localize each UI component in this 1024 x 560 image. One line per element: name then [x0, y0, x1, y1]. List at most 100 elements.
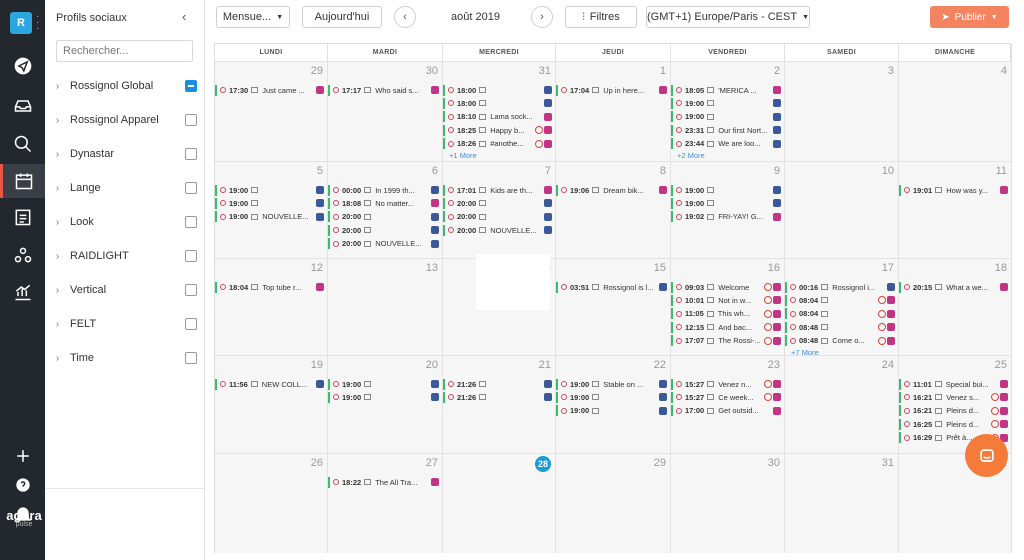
timezone-dropdown[interactable]: (GMT+1) Europe/Paris - CEST ▼ — [646, 6, 810, 28]
calendar-day-cell[interactable]: 24 — [785, 355, 899, 453]
calendar-day-cell[interactable]: 1 17:04 Up in here... — [556, 61, 671, 161]
scheduled-post[interactable]: 11:05 This wh... — [671, 308, 784, 320]
calendar-day-cell[interactable]: 10 — [785, 161, 899, 258]
more-posts-link[interactable]: +1 More — [449, 151, 477, 160]
scheduled-post[interactable]: 18:10 Lama sock... — [443, 111, 555, 123]
more-posts-link[interactable]: +7 More — [791, 348, 819, 355]
scheduled-post[interactable]: 21:26 — [443, 378, 555, 390]
profile-checkbox[interactable] — [185, 114, 197, 126]
scheduled-post[interactable]: 19:00 — [671, 97, 784, 109]
scheduled-post[interactable]: 08:48 Come o... — [785, 335, 898, 347]
calendar-day-cell[interactable]: 30 17:17 Who said s... — [328, 61, 443, 161]
calendar-day-cell[interactable]: 9 19:00 19:00 19:02 FRI-YAY! G... — [671, 161, 785, 258]
scheduled-post[interactable]: 15:27 Venez n... — [671, 378, 784, 390]
calendar-day-cell[interactable]: 29 17:30 Just came ... — [215, 61, 328, 161]
calendar-day-cell[interactable]: 19 11:56 NEW COLL... — [215, 355, 328, 453]
chevron-right-icon[interactable]: › — [45, 319, 70, 330]
scheduled-post[interactable]: 17:04 Up in here... — [556, 84, 670, 96]
scheduled-post[interactable]: 18:00 — [443, 84, 555, 96]
scheduled-post[interactable]: 19:00 — [215, 197, 327, 209]
scheduled-post[interactable]: 19:00 — [328, 378, 442, 390]
calendar-day-cell[interactable]: 26 — [215, 453, 328, 553]
scheduled-post[interactable]: 19:00 — [556, 391, 670, 403]
scheduled-post[interactable]: 12:15 And bac... — [671, 321, 784, 333]
calendar-day-cell[interactable]: 21 21:26 21:26 — [443, 355, 556, 453]
calendar-day-cell[interactable]: 5 19:00 19:00 19:00 NOUVELLE... — [215, 161, 328, 258]
scheduled-post[interactable]: 17:17 Who said s... — [328, 84, 442, 96]
chevron-right-icon[interactable]: › — [45, 81, 70, 92]
reports-nav-icon[interactable] — [0, 275, 45, 309]
scheduled-post[interactable]: 18:22 The All Tra... — [328, 476, 442, 488]
scheduled-post[interactable]: 18:04 Top tube r... — [215, 281, 327, 293]
publish-nav-icon[interactable] — [0, 49, 45, 83]
profile-item[interactable]: › Look — [45, 207, 205, 237]
scheduled-post[interactable]: 18:05 'MERICA ... — [671, 84, 784, 96]
profile-item[interactable]: › Time — [45, 343, 205, 373]
calendar-day-cell[interactable]: 27 18:22 The All Tra... — [328, 453, 443, 553]
calendar-day-cell[interactable]: 11 19:01 How was y... — [899, 161, 1012, 258]
scheduled-post[interactable]: 17:07 The Rossi-... — [671, 335, 784, 347]
chat-support-button[interactable] — [965, 434, 1008, 477]
profile-item[interactable]: › Rossignol Global — [45, 71, 205, 101]
calendar-day-cell[interactable]: 18 20:15 What a we... — [899, 258, 1012, 355]
scheduled-post[interactable]: 00:00 In 1999 th... — [328, 184, 442, 196]
chevron-right-icon[interactable]: › — [45, 183, 70, 194]
scheduled-post[interactable]: 19:00 — [328, 391, 442, 403]
scheduled-post[interactable]: 20:00 — [328, 224, 442, 236]
calendar-day-cell[interactable]: 30 — [671, 453, 785, 553]
chevron-right-icon[interactable]: › — [45, 353, 70, 364]
calendar-day-cell[interactable]: 16 09:03 Welcome 10:01 Not in w... 11:05 This … — [671, 258, 785, 355]
chevron-right-icon[interactable]: › — [45, 285, 70, 296]
scheduled-post[interactable]: 20:00 NOUVELLE... — [443, 224, 555, 236]
scheduled-post[interactable]: 17:01 Kids are th... — [443, 184, 555, 196]
scheduled-post[interactable]: 20:00 NOUVELLE... — [328, 238, 442, 250]
profile-checkbox[interactable] — [185, 284, 197, 296]
listening-nav-icon[interactable] — [0, 127, 45, 161]
calendar-day-cell[interactable]: 8 19:06 Dream bik... — [556, 161, 671, 258]
chevron-right-icon[interactable]: › — [45, 149, 70, 160]
scheduled-post[interactable]: 18:25 Happy b... — [443, 124, 555, 136]
profile-checkbox[interactable] — [185, 182, 197, 194]
scheduled-post[interactable]: 17:00 Get outsid... — [671, 405, 784, 417]
scheduled-post[interactable]: 18:00 — [443, 97, 555, 109]
previous-month-button[interactable]: ‹ — [394, 6, 416, 28]
scheduled-post[interactable]: 20:00 — [328, 211, 442, 223]
next-month-button[interactable]: › — [531, 6, 553, 28]
calendar-nav-icon[interactable] — [0, 164, 45, 198]
tasks-nav-icon[interactable] — [0, 200, 45, 234]
profile-search-input[interactable] — [56, 40, 193, 62]
scheduled-post[interactable]: 19:06 Dream bik... — [556, 184, 670, 196]
calendar-day-cell[interactable]: 6 00:00 In 1999 th... 18:08 No matter... 20:0… — [328, 161, 443, 258]
profile-checkbox[interactable] — [185, 318, 197, 330]
scheduled-post[interactable]: 19:00 — [671, 184, 784, 196]
profile-checkbox[interactable] — [185, 216, 197, 228]
profile-item[interactable]: › Vertical — [45, 275, 205, 305]
profile-checkbox[interactable] — [185, 250, 197, 262]
scheduled-post[interactable]: 19:02 FRI-YAY! G... — [671, 211, 784, 223]
scheduled-post[interactable]: 11:01 Special bui... — [899, 378, 1011, 390]
calendar-day-cell[interactable]: 17 00:16 Rossignol i... 08:04 08:04 08:48 08:4… — [785, 258, 899, 355]
workspace-menu-icon[interactable]: · · · — [36, 12, 39, 34]
calendar-day-cell[interactable]: 15 03:51 Rossignol is l... — [556, 258, 671, 355]
calendar-day-cell[interactable]: 20 19:00 19:00 — [328, 355, 443, 453]
more-posts-link[interactable]: +2 More — [677, 151, 705, 160]
scheduled-post[interactable]: 19:00 — [215, 184, 327, 196]
scheduled-post[interactable]: 16:21 Venez s... — [899, 391, 1011, 403]
workspace-avatar[interactable]: R — [10, 12, 32, 34]
calendar-day-cell[interactable]: 7 17:01 Kids are th... 20:00 20:00 20:00 NOUVE… — [443, 161, 556, 258]
profile-checkbox[interactable] — [185, 148, 197, 160]
scheduled-post[interactable]: 03:51 Rossignol is l... — [556, 281, 670, 293]
scheduled-post[interactable]: 20:00 — [443, 211, 555, 223]
team-nav-icon[interactable] — [0, 238, 45, 272]
scheduled-post[interactable]: 19:00 — [671, 197, 784, 209]
profile-checkbox[interactable] — [185, 352, 197, 364]
scheduled-post[interactable]: 23:31 Our first Nort... — [671, 124, 784, 136]
chevron-right-icon[interactable]: › — [45, 251, 70, 262]
scheduled-post[interactable]: 15:27 Ce week... — [671, 391, 784, 403]
scheduled-post[interactable]: 19:00 — [556, 405, 670, 417]
calendar-day-cell[interactable]: 3 — [785, 61, 899, 161]
scheduled-post[interactable]: 19:00 — [671, 111, 784, 123]
scheduled-post[interactable]: 18:26 #anothe... — [443, 138, 555, 150]
scheduled-post[interactable]: 17:30 Just came ... — [215, 84, 327, 96]
profile-item[interactable]: › RAIDLIGHT — [45, 241, 205, 271]
